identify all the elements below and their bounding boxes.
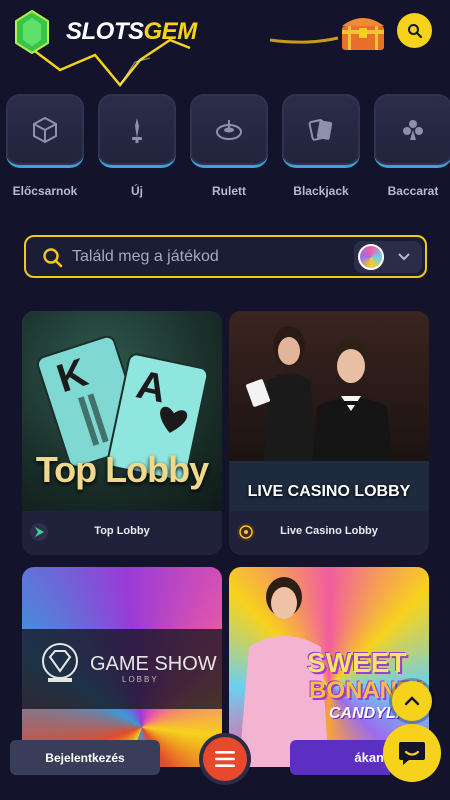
search-icon [407, 23, 422, 38]
category-new[interactable]: Új [98, 94, 176, 198]
game-thumbnail: LIVE CASINO LOBBY [229, 311, 429, 511]
category-tile [98, 94, 176, 168]
search-button[interactable] [397, 13, 432, 48]
search-icon [43, 248, 63, 268]
diamond-logo-icon [42, 643, 78, 682]
category-tile [282, 94, 360, 168]
hamburger-icon [215, 751, 235, 767]
category-tile [6, 94, 84, 168]
category-roulette[interactable]: Rulett [190, 94, 268, 198]
category-label: Előcsarnok [12, 184, 78, 198]
category-tile [374, 94, 450, 168]
site-logo[interactable]: SLOTSGEM [66, 18, 197, 46]
live-dealers-image [229, 326, 429, 511]
category-label: Blackjack [293, 184, 349, 198]
category-label: Baccarat [387, 184, 439, 198]
gem-logo-icon[interactable] [14, 10, 50, 54]
game-title: Live Casino Lobby [280, 525, 378, 537]
new-sparkle-icon [132, 117, 142, 143]
game-overlay-title: Top Lobby [35, 449, 209, 490]
dice-icon [33, 116, 57, 143]
live-chat-button[interactable] [383, 724, 441, 782]
category-label: Új [131, 184, 143, 198]
logo-text-gem: GEM [143, 18, 198, 45]
login-button[interactable]: Bejelentkezés [10, 740, 160, 775]
cards-icon [308, 118, 333, 141]
game-overlay-title: SWEET [307, 647, 407, 678]
game-overlay-title: GAME SHOW [90, 653, 217, 675]
game-overlay-title: LIVE CASINO LOBBY [247, 483, 411, 500]
category-baccarat[interactable]: Baccarat [374, 94, 450, 198]
game-card-footer: Live Casino Lobby [229, 511, 429, 555]
card-suits-icon [403, 119, 423, 140]
search-input[interactable] [72, 246, 342, 268]
game-thumbnail: GAME SHOW LOBBY [22, 567, 222, 767]
game-card-top-lobby[interactable]: K A Top Lobby Top Lobby [22, 311, 222, 555]
category-lobby[interactable]: Előcsarnok [6, 94, 84, 198]
provider-avatar [358, 244, 384, 270]
category-blackjack[interactable]: Blackjack [282, 94, 360, 198]
logo-text-slots: SLOTS [66, 18, 144, 45]
game-search-bar [24, 235, 427, 278]
chat-bubble-icon [399, 742, 425, 765]
game-card-live-casino-lobby[interactable]: LIVE CASINO LOBBY Live Casino Lobby [229, 311, 429, 555]
game-overlay-subtitle: LOBBY [122, 675, 159, 684]
category-tile [190, 94, 268, 168]
chevron-up-icon [404, 696, 420, 706]
category-strip: Előcsarnok Új Rulett Blackjack Baccarat [6, 94, 450, 206]
game-card-footer: Top Lobby [22, 511, 222, 555]
game-thumbnail: K A Top Lobby [22, 311, 222, 511]
category-label: Rulett [212, 184, 246, 198]
register-button[interactable]: ákan [290, 740, 390, 775]
chevron-down-icon [398, 253, 410, 261]
provider-select[interactable] [354, 241, 422, 273]
game-title: Top Lobby [94, 525, 150, 537]
scroll-top-button[interactable] [392, 681, 432, 721]
game-card-game-show[interactable]: GAME SHOW LOBBY [22, 567, 222, 767]
roulette-icon [216, 119, 242, 140]
menu-button[interactable] [203, 737, 247, 781]
treasure-chest-icon[interactable] [338, 10, 388, 54]
header: SLOTSGEM [0, 0, 450, 88]
